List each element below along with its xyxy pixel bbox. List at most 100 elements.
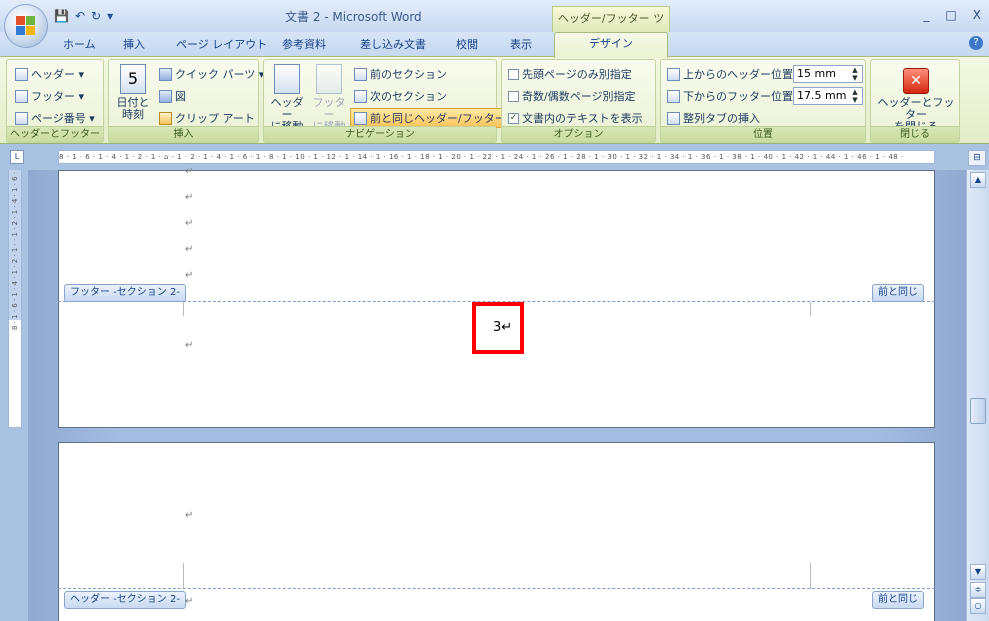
- paragraph-mark: ↵: [185, 218, 194, 229]
- paragraph-mark: ↵: [185, 270, 194, 281]
- show-text-option[interactable]: ✓ 文書内のテキストを表示: [508, 110, 643, 126]
- paragraph-mark: ↵: [185, 340, 194, 351]
- paragraph-mark: ↵: [185, 192, 194, 203]
- next-section-icon: [354, 89, 367, 103]
- tab-references[interactable]: 参考資料: [282, 36, 326, 52]
- close-button[interactable]: X: [973, 8, 981, 22]
- date-time-button[interactable]: 5 日付と 時刻: [112, 64, 154, 121]
- header-position-text: 上からのヘッダー位置:: [683, 68, 797, 81]
- footer-position-spinner[interactable]: 17.5 mm ▲ ▼: [793, 87, 863, 105]
- redo-icon[interactable]: ↻: [91, 8, 101, 24]
- qat-customize-icon[interactable]: ▾: [107, 8, 113, 24]
- tab-mailings[interactable]: 差し込み文書: [360, 36, 426, 52]
- page-number-button[interactable]: ページ番号 ▾: [15, 110, 95, 126]
- footer-position-label: 下からのフッター位置:: [667, 88, 797, 104]
- quick-access-toolbar: 💾 ↶ ↻ ▾: [54, 7, 113, 25]
- group-label-insert: 挿入: [109, 126, 258, 142]
- group-header-footer: ヘッダー ▾ フッター ▾ ページ番号 ▾ ヘッダーとフッター: [6, 59, 104, 143]
- footer-position-text: 下からのフッター位置:: [683, 90, 797, 103]
- previous-page-icon[interactable]: ≑: [970, 582, 986, 598]
- link-to-previous-button[interactable]: 前と同じヘッダー/フッター: [350, 108, 510, 128]
- tab-home[interactable]: ホーム: [63, 36, 96, 52]
- footer-icon: [15, 89, 28, 103]
- quick-parts-icon: [159, 67, 172, 81]
- clip-art-button[interactable]: クリップ アート: [159, 110, 255, 126]
- show-text-checkbox[interactable]: ✓: [508, 112, 519, 124]
- clip-art-icon: [159, 111, 172, 125]
- scroll-down-icon[interactable]: ▼: [970, 564, 986, 580]
- picture-button[interactable]: 図: [159, 88, 186, 104]
- group-label-close: 閉じる: [871, 126, 959, 142]
- next-section-button[interactable]: 次のセクション: [354, 88, 447, 104]
- scroll-up-icon[interactable]: ▲: [970, 172, 986, 188]
- tab-review[interactable]: 校閲: [456, 36, 478, 52]
- header-boundary: [58, 588, 935, 589]
- link-previous-label: 前と同じヘッダー/フッター: [370, 112, 506, 125]
- tab-design[interactable]: デザイン: [554, 32, 668, 58]
- quick-parts-button[interactable]: クイック パーツ ▾: [159, 66, 264, 82]
- align-tab-button[interactable]: 整列タブの挿入: [667, 110, 760, 126]
- window-controls: _ □ X: [923, 8, 981, 22]
- page-1[interactable]: [58, 170, 935, 428]
- header-position-label: 上からのヘッダー位置:: [667, 66, 797, 82]
- tab-selector[interactable]: L: [10, 150, 24, 164]
- page-2[interactable]: [58, 442, 935, 621]
- window-title: 文書 2 - Microsoft Word: [285, 10, 422, 24]
- office-logo-icon: [16, 16, 36, 36]
- close-header-footer-button[interactable]: ✕ ヘッダーとフッター を閉じる: [873, 68, 959, 133]
- context-tool-label: ヘッダー/フッター ツール: [552, 6, 670, 49]
- paragraph-mark: ↵: [185, 510, 194, 521]
- maximize-button[interactable]: □: [945, 8, 956, 22]
- picture-label: 図: [175, 90, 186, 103]
- office-button[interactable]: [4, 4, 48, 48]
- close-header-footer-icon: ✕: [903, 68, 929, 94]
- select-browse-object-icon[interactable]: ○: [970, 598, 986, 614]
- odd-even-label: 奇数/偶数ページ別指定: [522, 90, 636, 103]
- ribbon: ヘッダー ▾ フッター ▾ ページ番号 ▾ ヘッダーとフッター 5 日付と 時刻…: [0, 56, 989, 144]
- same-as-previous-tag: 前と同じ: [872, 591, 924, 609]
- header-button[interactable]: ヘッダー ▾: [15, 66, 84, 82]
- view-ruler-icon[interactable]: ⊟: [968, 150, 986, 166]
- tab-insert[interactable]: 挿入: [123, 36, 145, 52]
- margin-corner: [810, 563, 811, 589]
- header-icon: [15, 67, 28, 81]
- margin-corner: [810, 302, 811, 316]
- goto-header-button[interactable]: ヘッダー に移動: [266, 64, 308, 133]
- header-spin-arrows-icon[interactable]: ▲ ▼: [849, 66, 861, 82]
- quick-parts-label: クイック パーツ ▾: [175, 68, 265, 81]
- margin-corner: [183, 563, 184, 589]
- footer-spin-arrows-icon[interactable]: ▲ ▼: [849, 88, 861, 104]
- footer-section-tag: フッター -セクション 2-: [64, 284, 186, 302]
- same-as-previous-tag: 前と同じ: [872, 284, 924, 302]
- group-label-navigation: ナビゲーション: [264, 126, 496, 142]
- tab-page-layout[interactable]: ページ レイアウト: [176, 36, 267, 52]
- scroll-thumb[interactable]: [970, 398, 986, 424]
- prev-section-button[interactable]: 前のセクション: [354, 66, 447, 82]
- paragraph-mark: ↵: [185, 596, 194, 607]
- first-page-option[interactable]: 先頭ページのみ別指定: [508, 66, 632, 82]
- help-icon[interactable]: ?: [969, 36, 983, 50]
- minimize-button[interactable]: _: [923, 8, 929, 22]
- header-position-value[interactable]: 15 mm: [797, 67, 836, 80]
- odd-even-checkbox[interactable]: [508, 90, 519, 102]
- show-text-label: 文書内のテキストを表示: [522, 112, 643, 125]
- prev-section-label: 前のセクション: [370, 68, 447, 81]
- footer-position-value[interactable]: 17.5 mm: [797, 89, 846, 102]
- group-insert: 5 日付と 時刻 クイック パーツ ▾ 図 クリップ アート 挿入: [108, 59, 264, 143]
- group-label-header-footer: ヘッダーとフッター: [7, 126, 103, 142]
- link-previous-icon: [354, 111, 367, 125]
- odd-even-option[interactable]: 奇数/偶数ページ別指定: [508, 88, 636, 104]
- tab-view[interactable]: 表示: [510, 36, 532, 52]
- first-page-checkbox[interactable]: [508, 68, 519, 80]
- page-number-icon: [15, 111, 28, 125]
- header-position-spinner[interactable]: 15 mm ▲ ▼: [793, 65, 863, 83]
- goto-footer-button[interactable]: フッター に移動: [308, 64, 350, 133]
- align-tab-label: 整列タブの挿入: [683, 112, 760, 125]
- footer-button[interactable]: フッター ▾: [15, 88, 84, 104]
- undo-icon[interactable]: ↶: [75, 8, 85, 24]
- save-icon[interactable]: 💾: [54, 8, 69, 24]
- horizontal-ruler[interactable]: 8 · 1 · 6 · 1 · 4 · 1 · 2 · 1 · ⌂ · 1 · …: [58, 150, 935, 164]
- next-section-label: 次のセクション: [370, 90, 447, 103]
- align-tab-icon: [667, 111, 680, 125]
- vertical-scrollbar[interactable]: ▲ ▼ ≑ ○: [966, 170, 989, 621]
